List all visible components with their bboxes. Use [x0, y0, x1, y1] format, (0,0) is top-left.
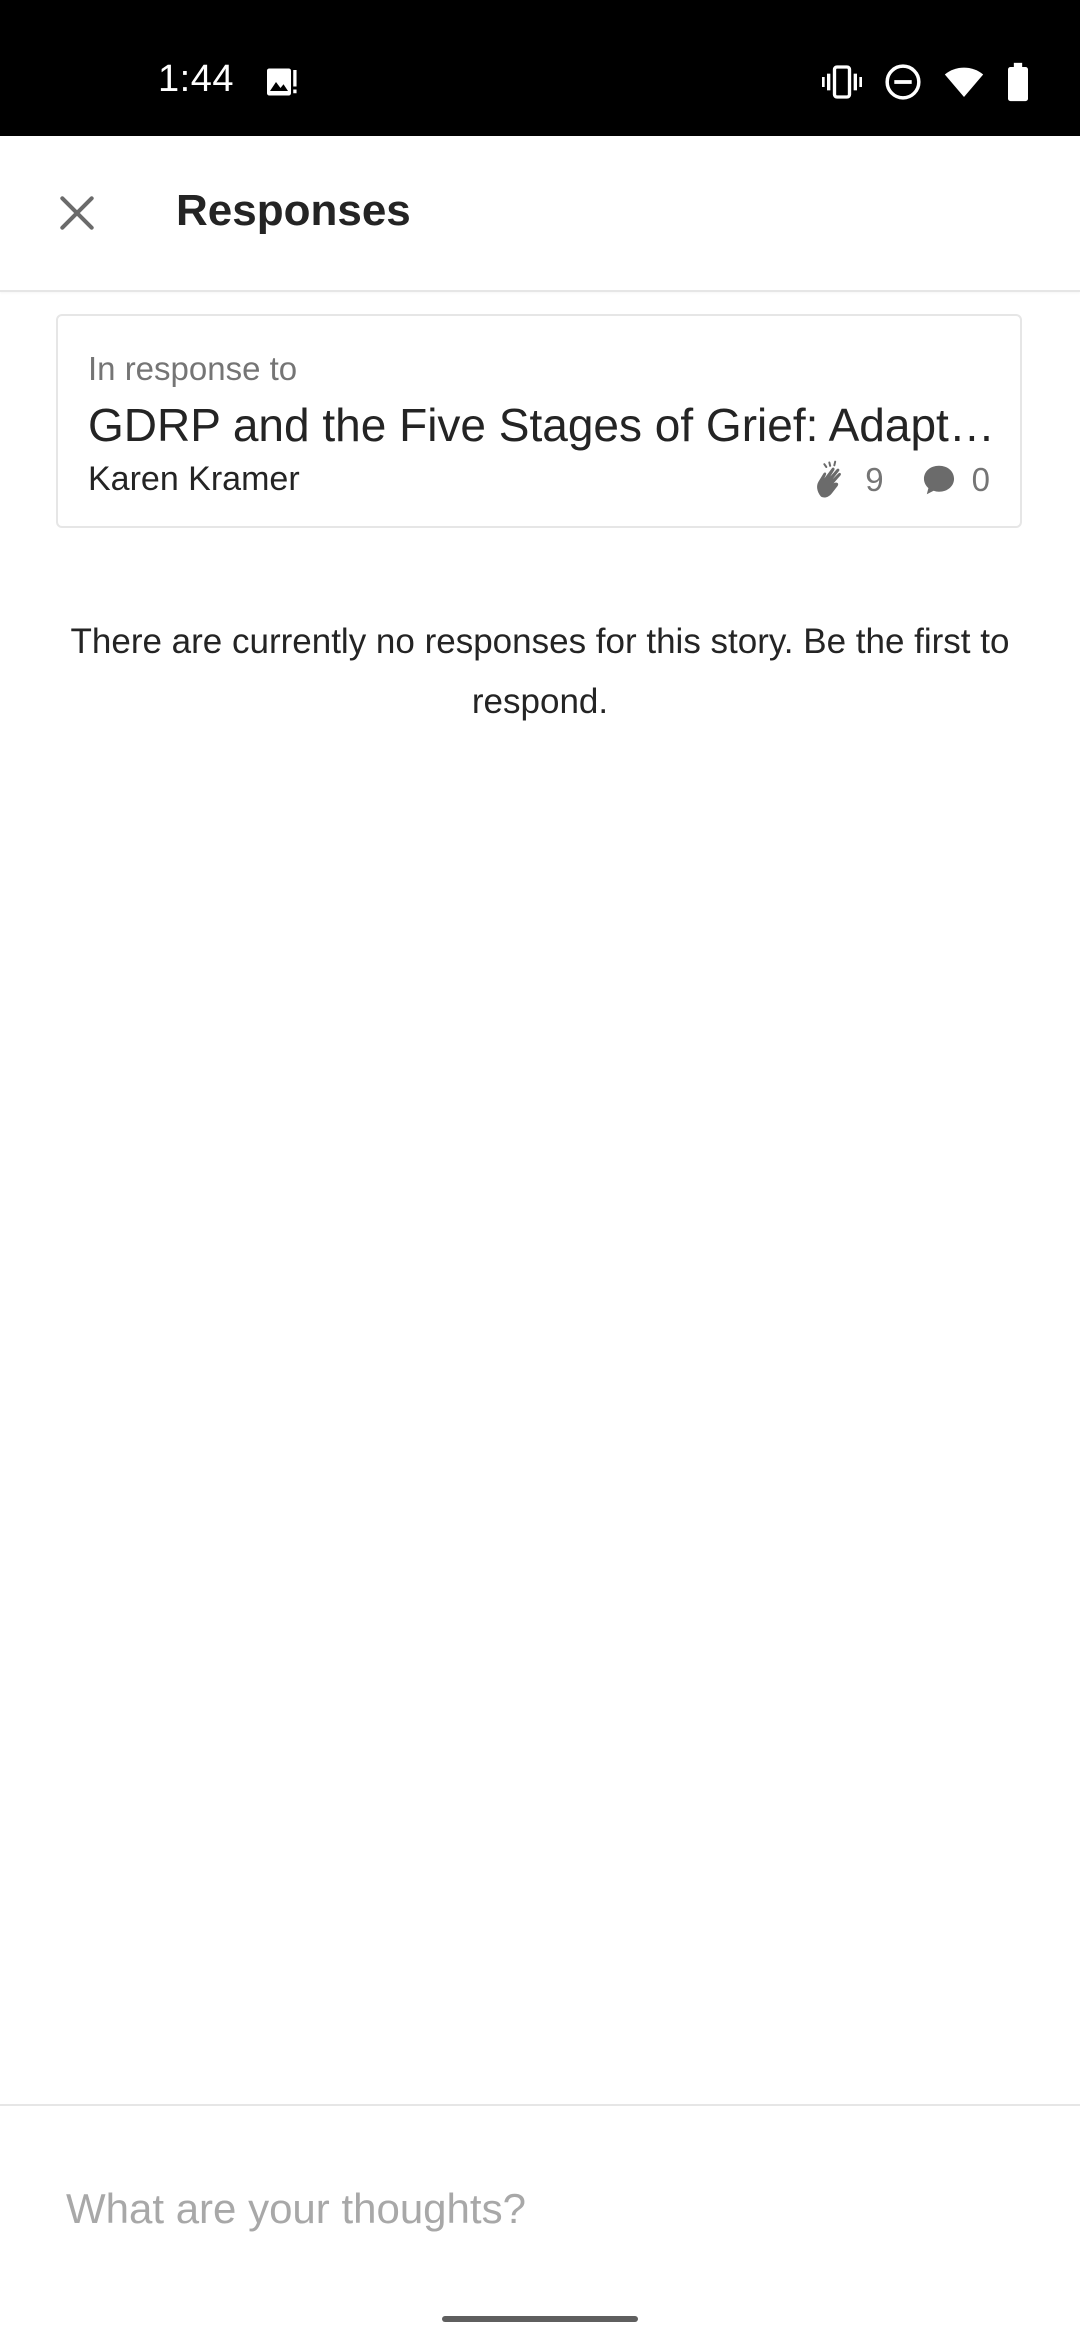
clap-count: 9: [865, 461, 884, 498]
close-button[interactable]: [40, 176, 114, 250]
story-card[interactable]: In response to GDRP and the Five Stages …: [56, 314, 1022, 528]
story-stats: 9 0: [811, 458, 990, 502]
comment-icon: [923, 465, 954, 495]
status-icons: [822, 62, 1030, 102]
do-not-disturb-icon: [885, 64, 921, 100]
vibrate-icon: [822, 65, 862, 99]
gesture-navigation-bar[interactable]: [442, 2316, 638, 2322]
in-response-label: In response to: [88, 350, 298, 387]
response-count: 0: [971, 461, 990, 498]
response-input[interactable]: [66, 2174, 1006, 2244]
battery-icon: [1008, 62, 1028, 102]
image-notification-icon: [267, 68, 297, 96]
page-title: Responses: [176, 186, 411, 235]
wifi-icon: [944, 67, 984, 97]
close-icon: [60, 196, 94, 230]
story-author: Karen Kramer: [88, 460, 300, 498]
clap-icon: [817, 460, 842, 498]
status-bar: 1:44: [0, 0, 1080, 136]
response-composer: [0, 2104, 1080, 2342]
status-time: 1:44: [158, 58, 234, 100]
empty-state-message: There are currently no responses for thi…: [70, 622, 1010, 721]
app-bar: Responses: [0, 136, 1080, 292]
story-title: GDRP and the Five Stages of Grief: Adapt…: [88, 399, 998, 451]
